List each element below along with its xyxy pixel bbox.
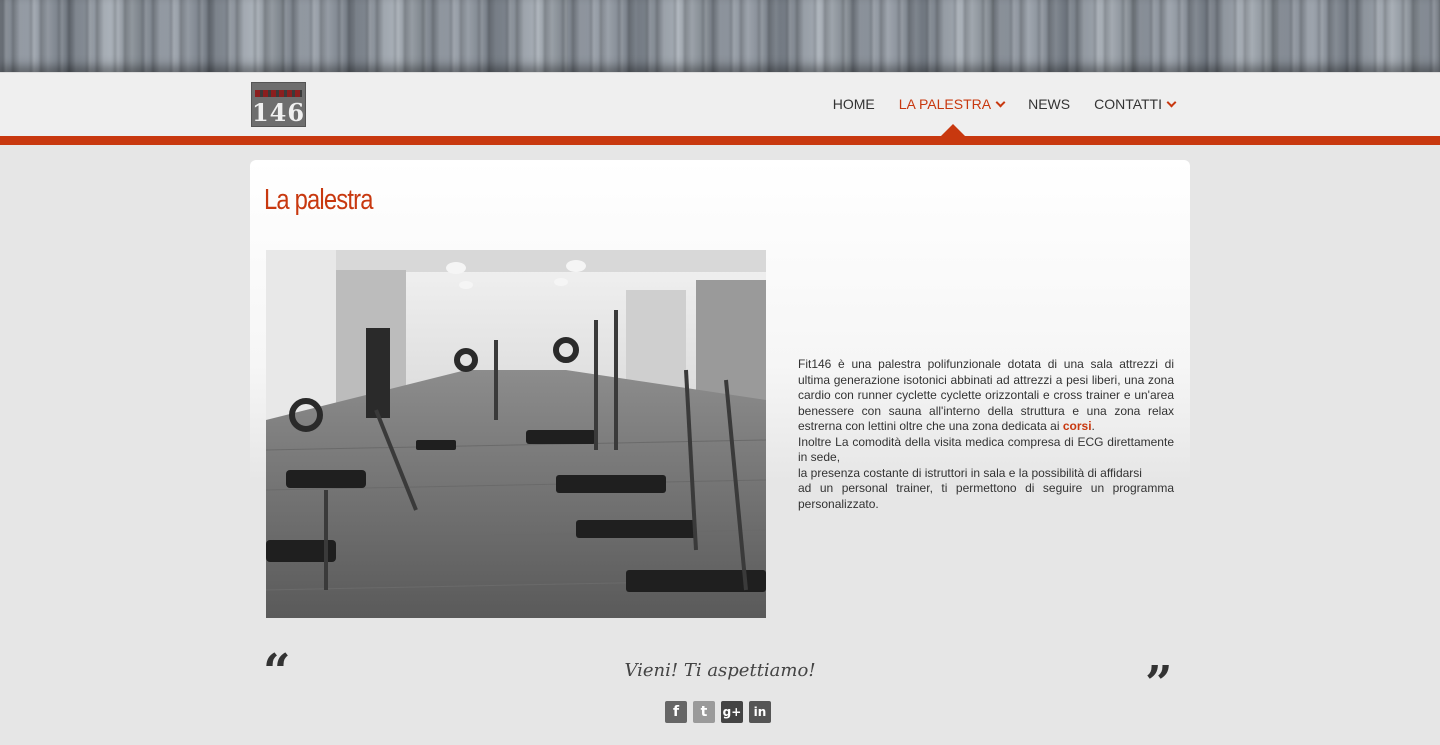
close-quote-icon: ” — [1145, 656, 1173, 712]
chevron-down-icon — [1166, 97, 1177, 108]
description-paragraph: Fit146 è una palestra polifunzionale dot… — [798, 357, 1174, 435]
nav-item-news[interactable]: NEWS — [1028, 95, 1070, 113]
google-plus-icon[interactable]: g+ — [721, 701, 743, 723]
nav-item-label: CONTATTI — [1094, 96, 1162, 112]
content-panel: La palestra Fit146 è una palestra polifu… — [250, 160, 1190, 745]
header-accent-bar — [0, 136, 1440, 145]
site-logo[interactable]: 146 — [251, 82, 306, 127]
nav-item-home[interactable]: HOME — [833, 95, 875, 113]
nav-item-label: HOME — [832, 96, 875, 112]
page-title: La palestra — [264, 184, 373, 216]
header-wood-banner — [0, 0, 1440, 72]
gym-description: Fit146 è una palestra polifunzionale dot… — [798, 357, 1174, 512]
site-header — [0, 72, 1440, 137]
logo-stripe — [255, 90, 302, 97]
description-paragraph: Inoltre La comodità della visita medica … — [798, 434, 1174, 465]
nav-item-label: LA PALESTRA — [898, 96, 992, 112]
logo-text: 146 — [251, 98, 306, 127]
active-nav-indicator — [941, 124, 965, 136]
twitter-icon[interactable]: t — [693, 701, 715, 723]
social-links: f t g+ in — [665, 701, 771, 723]
chevron-down-icon — [995, 97, 1006, 108]
gym-interior-image — [266, 250, 766, 618]
nav-item-label: NEWS — [1028, 96, 1071, 112]
nav-item-contatti[interactable]: CONTATTI — [1094, 95, 1177, 113]
facebook-icon[interactable]: f — [665, 701, 687, 723]
description-paragraph: la presenza costante di istruttori in sa… — [798, 465, 1142, 480]
description-paragraph: ad un personal trainer, ti permettono di… — [798, 481, 1174, 511]
description-text: Fit146 è una palestra polifunzionale dot… — [798, 357, 1174, 433]
linkedin-icon[interactable]: in — [749, 701, 771, 723]
gym-photo — [266, 250, 766, 618]
main-navigation: HOME LA PALESTRA NEWS CONTATTI — [809, 95, 1177, 113]
corsi-link[interactable]: corsi — [1063, 419, 1092, 433]
nav-item-la-palestra[interactable]: LA PALESTRA — [898, 95, 1006, 113]
description-text: . — [1091, 419, 1095, 433]
tagline: Vieni! Ti aspettiamo! — [624, 660, 816, 681]
